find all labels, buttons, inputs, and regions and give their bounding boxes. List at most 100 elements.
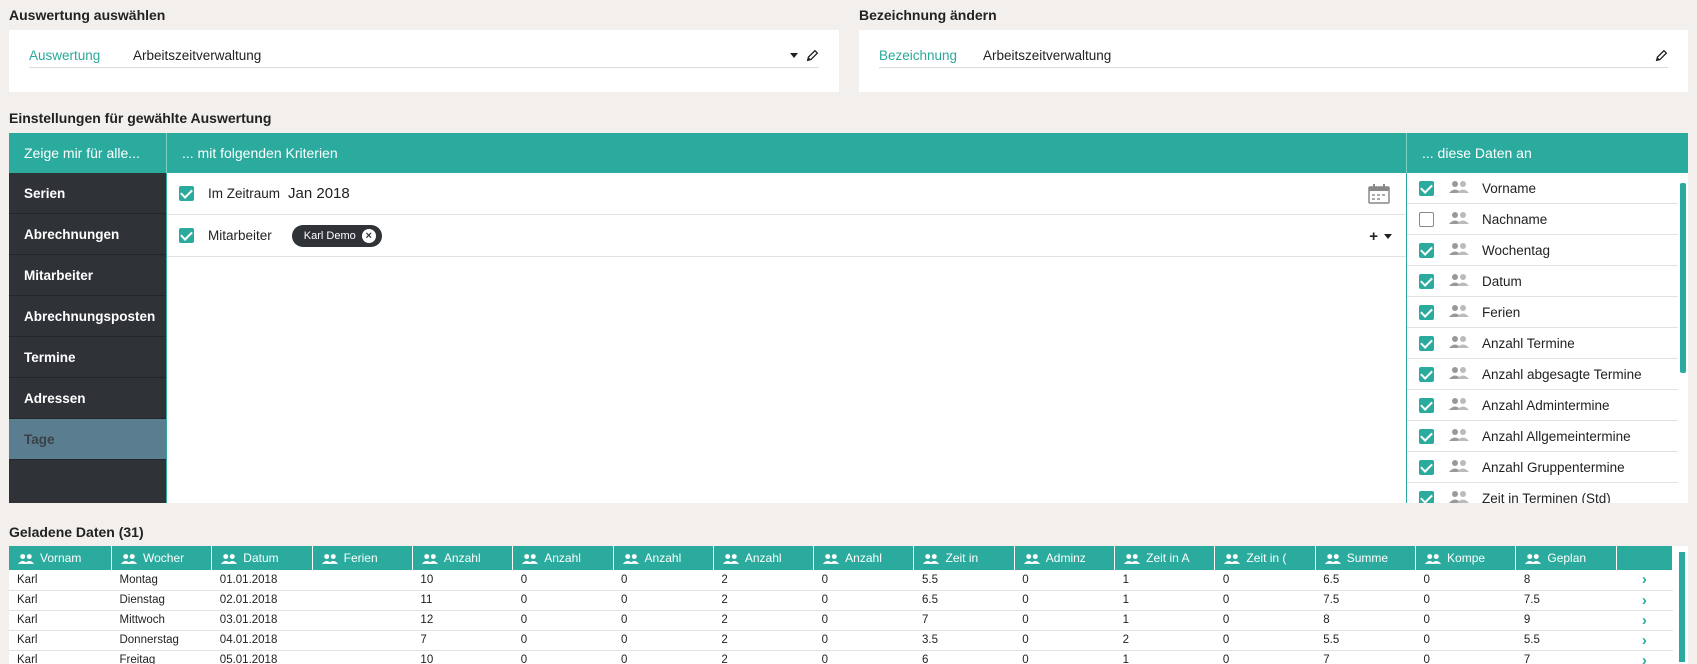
name-field[interactable]: Bezeichnung Arbeitszeitverwaltung: [879, 44, 1668, 68]
chevron-right-icon[interactable]: ›: [1616, 630, 1673, 651]
field-checkbox[interactable]: [1419, 490, 1434, 503]
field-checkbox[interactable]: [1419, 335, 1434, 351]
chevron-right-icon[interactable]: ›: [1616, 610, 1673, 631]
chevron-right-icon[interactable]: ›: [1616, 650, 1673, 664]
calendar-icon[interactable]: [1368, 184, 1390, 204]
field-item[interactable]: Zeit in Terminen (Std): [1407, 483, 1688, 503]
table-row[interactable]: Karl Mittwoch 03.01.2018 12 0 0 2 0 7 0 1 0 8 0 9 ›: [9, 610, 1673, 631]
table-cell: 0: [813, 610, 914, 631]
person-icon: [521, 551, 544, 565]
remove-chip-icon[interactable]: ×: [361, 228, 376, 243]
field-item[interactable]: Wochentag: [1407, 235, 1688, 266]
field-item[interactable]: Anzahl Admintermine: [1407, 390, 1688, 421]
field-checkbox[interactable]: [1419, 459, 1434, 475]
column-header[interactable]: Anzahl: [512, 546, 614, 570]
field-item[interactable]: Anzahl abgesagte Termine: [1407, 359, 1688, 390]
table-row[interactable]: Karl Freitag 05.01.2018 10 0 0 2 0 6 0 1 0 7 0 7 ›: [9, 650, 1673, 664]
field-item[interactable]: Vorname: [1407, 173, 1688, 204]
column-header[interactable]: Geplan: [1515, 546, 1617, 570]
field-checkbox[interactable]: [1419, 273, 1434, 289]
table-cell: 3.5: [913, 630, 1015, 651]
column-header-actions: [1616, 546, 1674, 570]
nav-item[interactable]: Tage: [9, 419, 166, 460]
rename-section-title: Bezeichnung ändern: [859, 7, 997, 23]
column-header[interactable]: Wocher: [111, 546, 213, 570]
field-item[interactable]: Datum: [1407, 266, 1688, 297]
column-header[interactable]: Zeit in (: [1214, 546, 1316, 570]
pencil-icon[interactable]: [806, 49, 819, 62]
table-cell: 0: [512, 630, 614, 651]
chevron-right-icon[interactable]: ›: [1616, 590, 1673, 611]
column-header[interactable]: Anzahl: [412, 546, 514, 570]
table-cell: 0: [1415, 590, 1516, 611]
table-cell: Karl: [9, 630, 112, 651]
field-item[interactable]: Anzahl Termine: [1407, 328, 1688, 359]
table-cell: 1: [1114, 570, 1215, 591]
chevron-down-icon[interactable]: [790, 53, 798, 58]
column-header[interactable]: Anzahl: [813, 546, 915, 570]
field-checkbox[interactable]: [1419, 242, 1434, 258]
field-label: Anzahl Allgemeintermine: [1482, 428, 1631, 444]
column-header[interactable]: Zeit in: [913, 546, 1015, 570]
nav-item[interactable]: Abrechnungen: [9, 214, 166, 255]
field-checkbox[interactable]: [1419, 180, 1434, 196]
table-row[interactable]: Karl Montag 01.01.2018 10 0 0 2 0 5.5 0 1 0 6.5 0 8 ›: [9, 570, 1673, 591]
table-cell: [312, 590, 413, 611]
table-row[interactable]: Karl Dienstag 02.01.2018 11 0 0 2 0 6.5 0 1 0 7.5 0 7.…: [9, 590, 1673, 611]
column-header-label: Anzahl: [744, 551, 782, 565]
evaluation-select[interactable]: Auswertung Arbeitszeitverwaltung: [29, 44, 819, 68]
table-scrollbar[interactable]: [1676, 546, 1688, 664]
period-checkbox[interactable]: [179, 186, 194, 201]
table-cell: 0: [1014, 610, 1115, 631]
table-cell: Montag: [111, 570, 212, 591]
nav-item[interactable]: Mitarbeiter: [9, 255, 166, 296]
field-item[interactable]: Anzahl Allgemeintermine: [1407, 421, 1688, 452]
field-item[interactable]: Nachname: [1407, 204, 1688, 235]
field-checkbox[interactable]: [1419, 397, 1434, 413]
fields-scrollbar[interactable]: [1678, 173, 1688, 503]
employee-checkbox[interactable]: [179, 228, 194, 243]
person-icon: [1223, 551, 1246, 565]
table-cell: 0: [613, 570, 714, 591]
column-header[interactable]: Anzahl: [713, 546, 815, 570]
field-checkbox[interactable]: [1419, 428, 1434, 444]
column-header[interactable]: Anzahl: [613, 546, 714, 570]
column-header-label: Ferien: [343, 551, 378, 565]
field-label: Wochentag: [1482, 242, 1551, 258]
nav-item[interactable]: Serien: [9, 173, 166, 214]
nav-item[interactable]: Termine: [9, 337, 166, 378]
column-header-label: Vornam: [40, 551, 82, 565]
name-value[interactable]: Arbeitszeitverwaltung: [983, 48, 1655, 63]
column-header[interactable]: Vornam: [9, 546, 112, 570]
table-cell: 04.01.2018: [211, 630, 313, 651]
column-header-label: Zeit in (: [1246, 551, 1287, 565]
name-label: Bezeichnung: [879, 48, 958, 63]
nav-item[interactable]: Abrechnungsposten: [9, 296, 166, 337]
table-cell: 2: [713, 590, 814, 611]
column-header[interactable]: Datum: [211, 546, 313, 570]
field-checkbox[interactable]: [1419, 304, 1434, 320]
chevron-right-icon[interactable]: ›: [1616, 570, 1673, 591]
table-cell: 6.5: [1315, 570, 1416, 591]
table-row[interactable]: Karl Donnerstag 04.01.2018 7 0 0 2 0 3.5 0 2 0 5.5 0 5…: [9, 630, 1673, 651]
add-employee-button[interactable]: +: [1369, 228, 1392, 245]
column-header[interactable]: Adminz: [1014, 546, 1116, 570]
field-checkbox[interactable]: [1419, 211, 1434, 227]
pencil-icon[interactable]: [1655, 49, 1668, 62]
person-icon: [1448, 335, 1470, 352]
period-value[interactable]: Jan 2018: [288, 185, 350, 202]
table-cell: Karl: [9, 610, 112, 631]
table-cell: 9: [1515, 610, 1617, 631]
column-header-label: Wocher: [142, 551, 185, 565]
evaluation-value[interactable]: Arbeitszeitverwaltung: [133, 48, 790, 63]
table-cell: 0: [813, 630, 914, 651]
column-header[interactable]: Summe: [1315, 546, 1417, 570]
column-header[interactable]: Kompe: [1415, 546, 1517, 570]
person-icon: [17, 551, 40, 565]
column-header[interactable]: Ferien: [312, 546, 413, 570]
field-checkbox[interactable]: [1419, 366, 1434, 382]
column-header[interactable]: Zeit in A: [1114, 546, 1216, 570]
field-item[interactable]: Anzahl Gruppentermine: [1407, 452, 1688, 483]
field-item[interactable]: Ferien: [1407, 297, 1688, 328]
nav-item[interactable]: Adressen: [9, 378, 166, 419]
